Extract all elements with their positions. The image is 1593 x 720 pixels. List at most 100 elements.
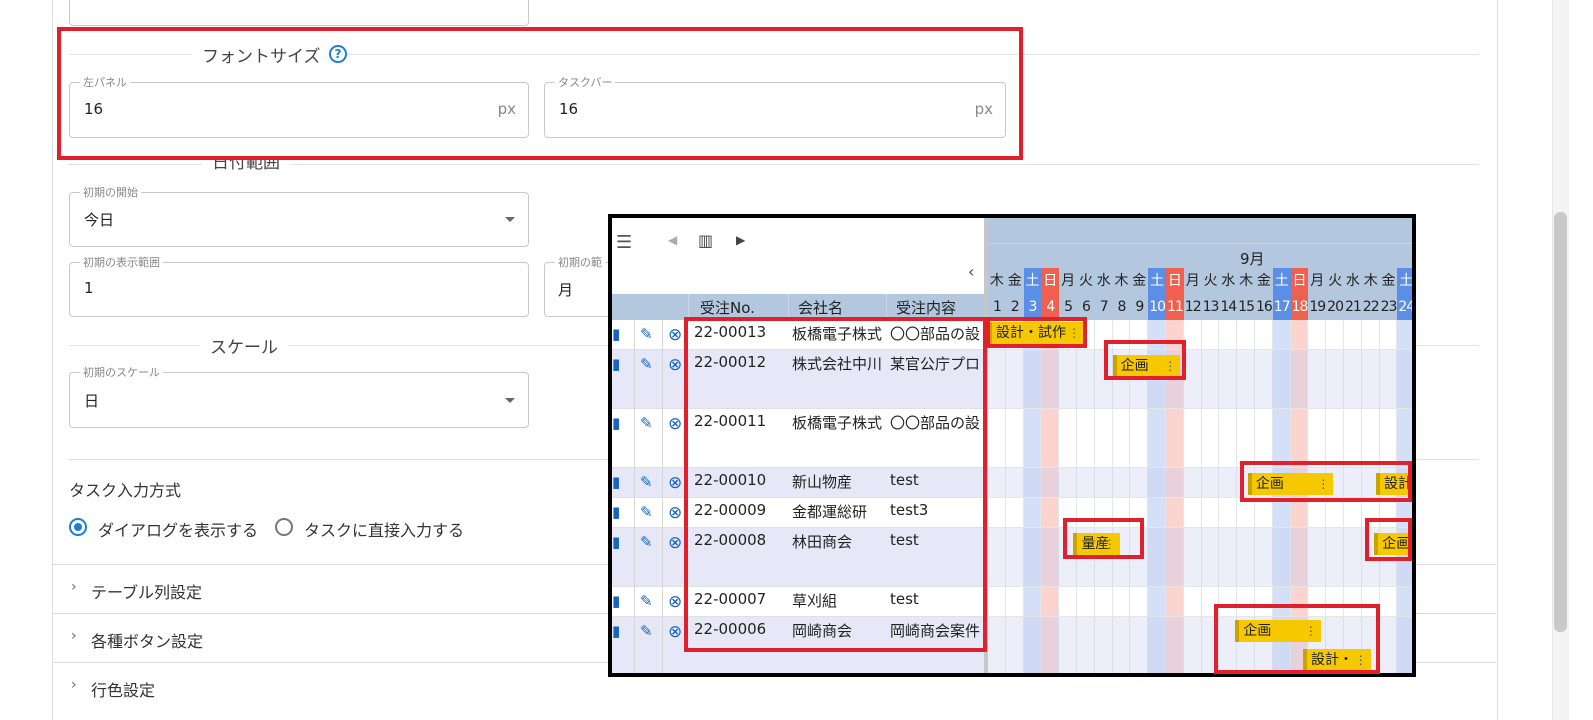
- columns-icon[interactable]: ▥: [698, 231, 713, 250]
- highlight-task: [1240, 461, 1412, 502]
- weekday-label: 木: [1114, 273, 1129, 289]
- highlight-task: [1104, 340, 1186, 380]
- col-divider: [634, 320, 635, 350]
- document-icon[interactable]: ▮: [612, 503, 620, 521]
- edit-icon[interactable]: ✎: [640, 473, 653, 491]
- day-label: 10: [1148, 294, 1166, 320]
- weekday-label: 土: [1397, 268, 1412, 294]
- radio-show-dialog[interactable]: [69, 518, 87, 536]
- weekday-label: 火: [1328, 273, 1343, 289]
- weekday-label: 金: [1132, 273, 1147, 289]
- day-label: 24: [1397, 294, 1412, 320]
- weekday-label: 月: [1185, 273, 1200, 289]
- day-label: 8: [1117, 299, 1127, 315]
- gantt-toolbar: [612, 218, 984, 294]
- edit-icon[interactable]: ✎: [640, 503, 653, 521]
- delete-icon[interactable]: ⊗: [668, 325, 682, 345]
- weekday-label: 土: [1023, 268, 1042, 294]
- highlight-task: [1063, 518, 1144, 559]
- scrollbar-thumb[interactable]: [1554, 212, 1567, 632]
- initial-start-select[interactable]: 初期の開始 今日: [69, 184, 529, 247]
- edit-icon[interactable]: ✎: [640, 622, 653, 640]
- weekday-label: 金: [1256, 273, 1271, 289]
- highlight-task: [1365, 518, 1412, 561]
- weekday-label: 火: [1078, 273, 1093, 289]
- initial-display-range-input[interactable]: 初期の表示範囲 1: [69, 254, 529, 317]
- collapse-left-icon[interactable]: ‹: [968, 262, 974, 281]
- document-icon[interactable]: ▮: [612, 325, 620, 343]
- day-label: 19: [1309, 299, 1326, 315]
- task-input-title: タスク入力方式: [69, 481, 182, 500]
- document-icon[interactable]: ▮: [612, 414, 620, 432]
- highlight-task: [1214, 604, 1380, 674]
- timeline-row: [988, 498, 1412, 528]
- column-header-content[interactable]: 受注内容: [896, 297, 956, 318]
- day-label: 9: [1135, 299, 1144, 315]
- col-divider: [634, 350, 635, 409]
- col-divider: [662, 528, 663, 587]
- delete-icon[interactable]: ⊗: [668, 414, 682, 434]
- delete-icon[interactable]: ⊗: [668, 503, 682, 523]
- edit-icon[interactable]: ✎: [640, 355, 653, 373]
- column-header-company[interactable]: 会社名: [798, 297, 843, 318]
- column-header-order-no[interactable]: 受注No.: [700, 297, 755, 318]
- col-divider: [662, 498, 663, 528]
- weekday-label: 水: [1096, 273, 1111, 289]
- radio-direct-input-label[interactable]: タスクに直接入力する: [304, 517, 464, 541]
- radio-direct-input[interactable]: [275, 518, 293, 536]
- weekday-label: 木: [1239, 273, 1254, 289]
- day-label: 7: [1099, 299, 1109, 315]
- col-divider: [662, 587, 663, 617]
- edit-icon[interactable]: ✎: [640, 533, 653, 551]
- edit-icon[interactable]: ✎: [640, 414, 653, 432]
- weekday-label: 金: [1007, 273, 1022, 289]
- col-divider: [634, 409, 635, 468]
- radio-show-dialog-label[interactable]: ダイアログを表示する: [98, 517, 258, 541]
- day-label: 20: [1327, 299, 1344, 315]
- document-icon[interactable]: ▮: [612, 355, 620, 373]
- chevron-left-icon[interactable]: ◀: [668, 233, 677, 247]
- weekday-label: 日: [1290, 268, 1309, 294]
- document-icon[interactable]: ▮: [612, 592, 620, 610]
- delete-icon[interactable]: ⊗: [668, 622, 682, 642]
- delete-icon[interactable]: ⊗: [668, 592, 682, 612]
- document-icon[interactable]: ▮: [612, 622, 620, 640]
- highlight-font-size: [57, 27, 1023, 160]
- col-divider: [634, 468, 635, 498]
- weekday-label: 木: [989, 273, 1004, 289]
- previous-field[interactable]: 30 px: [69, 0, 529, 26]
- weekday-label: 水: [1221, 273, 1236, 289]
- day-label: 12: [1184, 299, 1202, 315]
- scale-title: スケール: [200, 333, 288, 358]
- edit-icon[interactable]: ✎: [640, 325, 653, 343]
- weekday-label: 月: [1310, 273, 1325, 289]
- chevron-right-icon: ›: [71, 579, 77, 595]
- day-label: 17: [1272, 294, 1291, 320]
- chevron-down-icon: [505, 398, 515, 403]
- divider: [988, 243, 1412, 244]
- month-label: 9月: [1240, 250, 1265, 268]
- menu-icon[interactable]: ☰: [616, 232, 632, 253]
- document-icon[interactable]: ▮: [612, 533, 620, 551]
- day-label: 22: [1362, 299, 1380, 315]
- col-divider: [634, 498, 635, 528]
- day-label: 18: [1290, 294, 1308, 320]
- col-divider: [634, 528, 635, 587]
- delete-icon[interactable]: ⊗: [668, 533, 682, 553]
- delete-icon[interactable]: ⊗: [668, 473, 682, 493]
- weekday-label: 水: [1345, 273, 1360, 289]
- chevron-down-icon: [505, 217, 515, 222]
- weekday-label: 日: [1041, 268, 1060, 294]
- col-divider: [662, 320, 663, 350]
- delete-icon[interactable]: ⊗: [668, 355, 682, 375]
- timeline-row: [988, 350, 1412, 409]
- document-icon[interactable]: ▮: [612, 473, 620, 491]
- chevron-right-icon[interactable]: ▶: [736, 233, 745, 247]
- initial-scale-select[interactable]: 初期のスケール 日: [69, 364, 529, 428]
- col-divider: [662, 617, 663, 673]
- day-label: 16: [1255, 299, 1273, 315]
- weekday-label: 火: [1203, 273, 1218, 289]
- weekday-label: 日: [1166, 268, 1184, 294]
- weekday-label: 土: [1272, 268, 1291, 294]
- edit-icon[interactable]: ✎: [640, 592, 653, 610]
